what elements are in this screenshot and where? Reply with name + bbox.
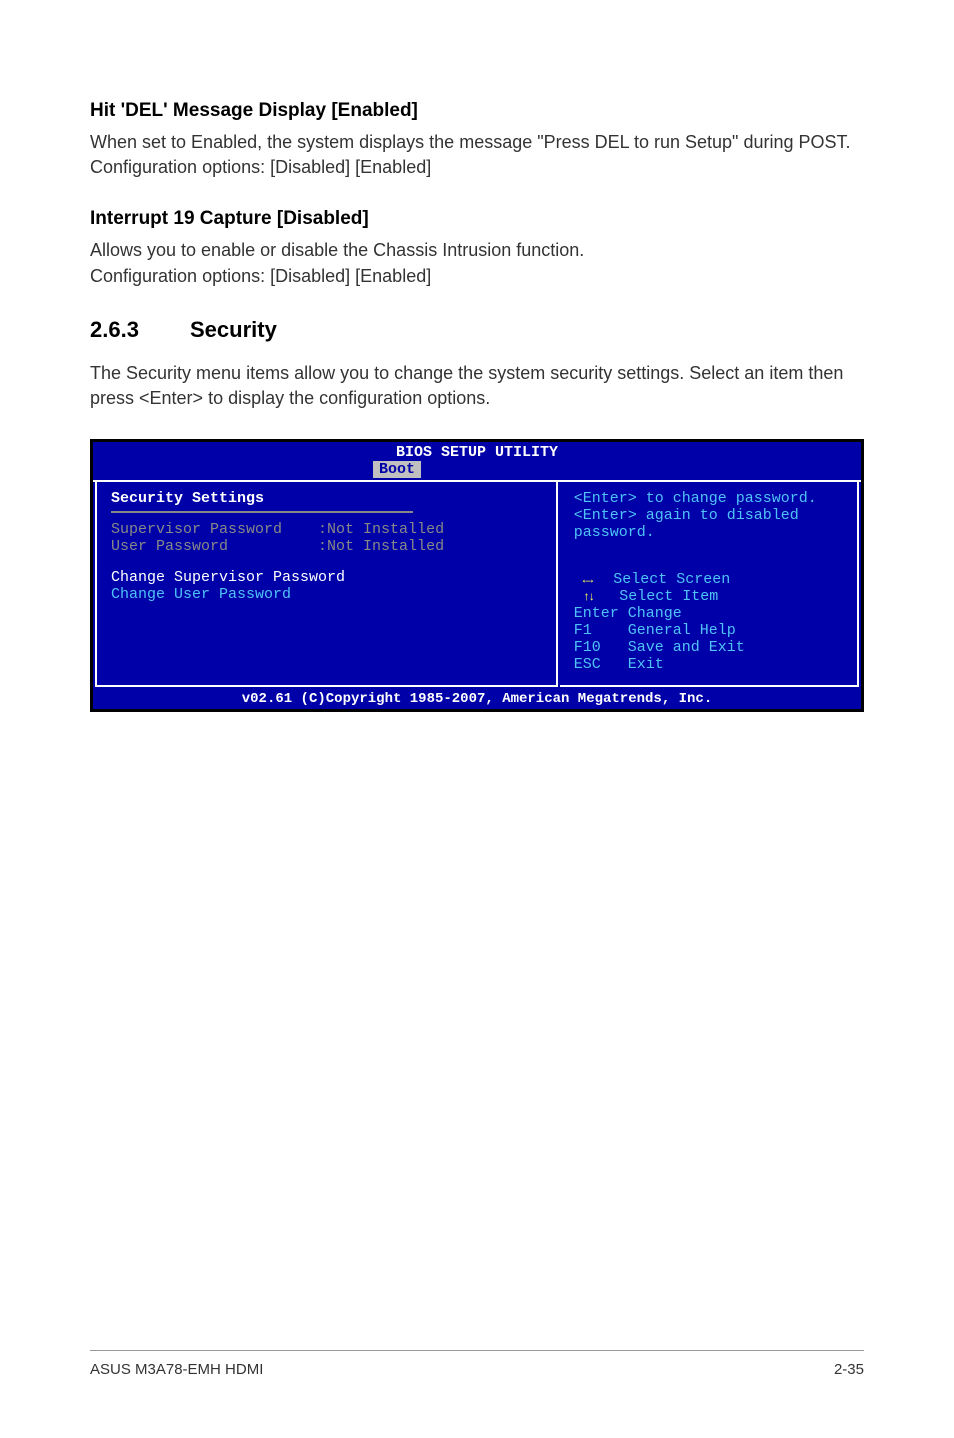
- nav-select-item: Select Item: [574, 588, 843, 605]
- nav-f10: F10 Save and Exit: [574, 639, 843, 656]
- nav-select-screen: Select Screen: [574, 571, 843, 588]
- bios-help-text: <Enter> to change password. <Enter> agai…: [574, 490, 843, 541]
- footer-page-number: 2-35: [834, 1361, 864, 1378]
- bios-tab-boot: Boot: [373, 461, 421, 478]
- user-password-row: User Password :Not Installed: [111, 538, 542, 555]
- bios-footer: v02.61 (C)Copyright 1985-2007, American …: [93, 689, 861, 709]
- bios-left-panel: Security Settings Supervisor Password :N…: [95, 482, 558, 687]
- hit-del-body: When set to Enabled, the system displays…: [90, 130, 864, 180]
- bios-nav-help: Select Screen Select Item Enter Change F…: [574, 571, 843, 673]
- section-title: Security: [190, 317, 277, 342]
- section-number: 2.6.3: [90, 317, 190, 343]
- bios-header: BIOS SETUP UTILITY Boot: [93, 442, 861, 480]
- interrupt-heading: Interrupt 19 Capture [Disabled]: [90, 208, 864, 230]
- footer-model: ASUS M3A78-EMH HDMI: [90, 1361, 263, 1378]
- divider: [111, 511, 413, 513]
- change-user-password: Change User Password: [111, 586, 542, 603]
- bios-right-panel: <Enter> to change password. <Enter> agai…: [560, 482, 859, 687]
- bios-screenshot: BIOS SETUP UTILITY Boot Security Setting…: [90, 439, 864, 712]
- bios-body: Security Settings Supervisor Password :N…: [93, 480, 861, 689]
- nav-f1: F1 General Help: [574, 622, 843, 639]
- security-section-heading: 2.6.3Security: [90, 317, 864, 343]
- security-section-body: The Security menu items allow you to cha…: [90, 361, 864, 411]
- help-line-2: <Enter> again to disabled password.: [574, 507, 843, 541]
- bios-title: BIOS SETUP UTILITY: [396, 444, 558, 461]
- interrupt-body: Allows you to enable or disable the Chas…: [90, 238, 864, 288]
- page-footer: ASUS M3A78-EMH HDMI 2-35: [90, 1350, 864, 1378]
- security-settings-title: Security Settings: [111, 490, 542, 507]
- help-line-1: <Enter> to change password.: [574, 490, 843, 507]
- nav-esc: ESC Exit: [574, 656, 843, 673]
- nav-enter: Enter Change: [574, 605, 843, 622]
- change-supervisor-password: Change Supervisor Password: [111, 569, 542, 586]
- hit-del-heading: Hit 'DEL' Message Display [Enabled]: [90, 100, 864, 122]
- supervisor-password-row: Supervisor Password :Not Installed: [111, 521, 542, 538]
